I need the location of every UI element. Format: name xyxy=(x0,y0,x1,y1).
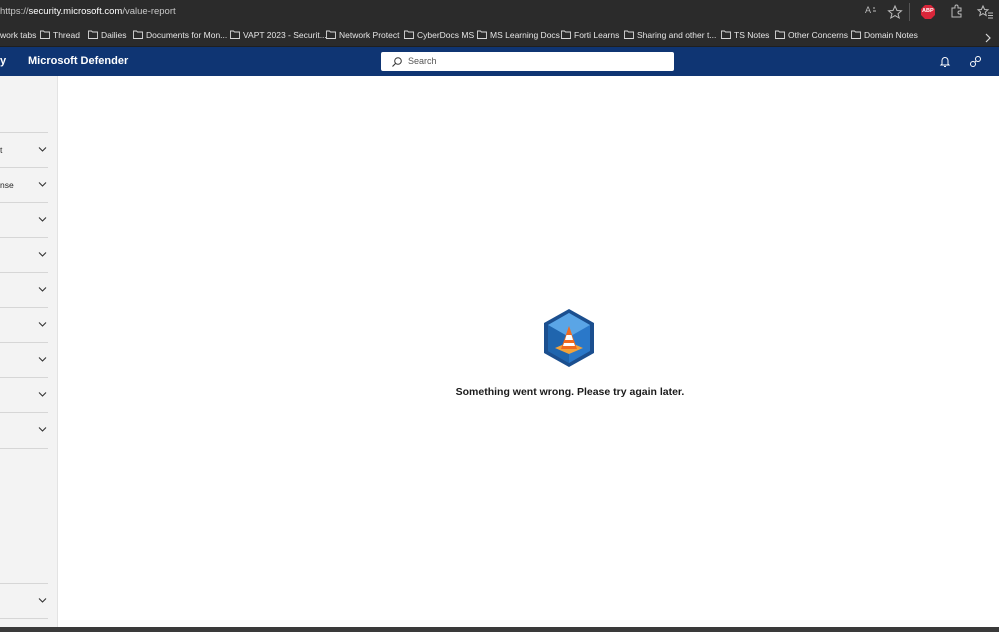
chevron-down-icon xyxy=(38,392,47,397)
chevron-down-icon xyxy=(38,598,47,603)
chevron-down-icon xyxy=(38,287,47,292)
folder-icon xyxy=(851,30,861,39)
folder-icon xyxy=(561,30,571,39)
bottom-status-strip xyxy=(0,627,999,632)
sidebar-nav-item[interactable]: nse xyxy=(0,167,48,202)
toolbar-divider xyxy=(909,3,910,21)
sidebar-nav-item[interactable] xyxy=(0,583,48,618)
sidebar-divider xyxy=(0,618,48,619)
sidebar-nav-item[interactable] xyxy=(0,272,48,307)
app-title[interactable]: Microsoft Defender xyxy=(28,47,128,76)
sidebar-nav-item[interactable] xyxy=(0,377,48,412)
read-aloud-icon[interactable]: A xyxy=(862,4,880,20)
chevron-down-icon xyxy=(38,217,47,222)
sidebar-nav-item[interactable] xyxy=(0,412,48,447)
search-icon xyxy=(392,57,402,67)
chevron-down-icon xyxy=(38,427,47,432)
error-message: Something went wrong. Please try again l… xyxy=(455,386,685,398)
chevron-right-icon[interactable] xyxy=(984,30,992,48)
folder-icon xyxy=(624,30,634,39)
folder-icon xyxy=(477,30,487,39)
favorites-list-icon[interactable] xyxy=(976,4,994,20)
connect-link-icon[interactable] xyxy=(969,55,982,73)
bookmarks-bar: work tabs Thread Dailies Documents for M… xyxy=(0,24,999,47)
folder-icon xyxy=(230,30,240,39)
chevron-down-icon xyxy=(38,322,47,327)
browser-address-bar[interactable]: https://security.microsoft.com/value-rep… xyxy=(0,0,999,24)
adblock-extension-icon[interactable]: ABP xyxy=(919,4,937,20)
sidebar-divider xyxy=(0,448,48,449)
url-text[interactable]: https://security.microsoft.com/value-rep… xyxy=(0,0,176,24)
extensions-icon[interactable] xyxy=(947,4,965,20)
chevron-down-icon xyxy=(38,357,47,362)
chevron-down-icon xyxy=(38,252,47,257)
folder-icon xyxy=(404,30,414,39)
folder-icon xyxy=(133,30,143,39)
folder-icon xyxy=(88,30,98,39)
search-placeholder: Search xyxy=(408,56,437,66)
app-header: y Microsoft Defender Search xyxy=(0,47,999,76)
folder-icon xyxy=(40,30,50,39)
search-input[interactable]: Search xyxy=(381,52,674,71)
sidebar-nav-item[interactable] xyxy=(0,307,48,342)
app-header-fragment: y xyxy=(0,55,7,67)
sidebar-nav-item[interactable] xyxy=(0,202,48,237)
sidebar-nav-item[interactable] xyxy=(0,237,48,272)
favorite-star-icon[interactable] xyxy=(886,4,904,20)
sidebar-nav-item[interactable]: t xyxy=(0,132,48,167)
folder-icon xyxy=(326,30,336,39)
folder-icon xyxy=(775,30,785,39)
bell-icon[interactable] xyxy=(939,55,951,73)
chevron-down-icon xyxy=(38,147,47,152)
side-navigation: t nse xyxy=(0,76,58,632)
sidebar-nav-item[interactable] xyxy=(0,342,48,377)
folder-icon xyxy=(721,30,731,39)
chevron-down-icon xyxy=(38,182,47,187)
traffic-cone-error-icon xyxy=(542,308,596,373)
